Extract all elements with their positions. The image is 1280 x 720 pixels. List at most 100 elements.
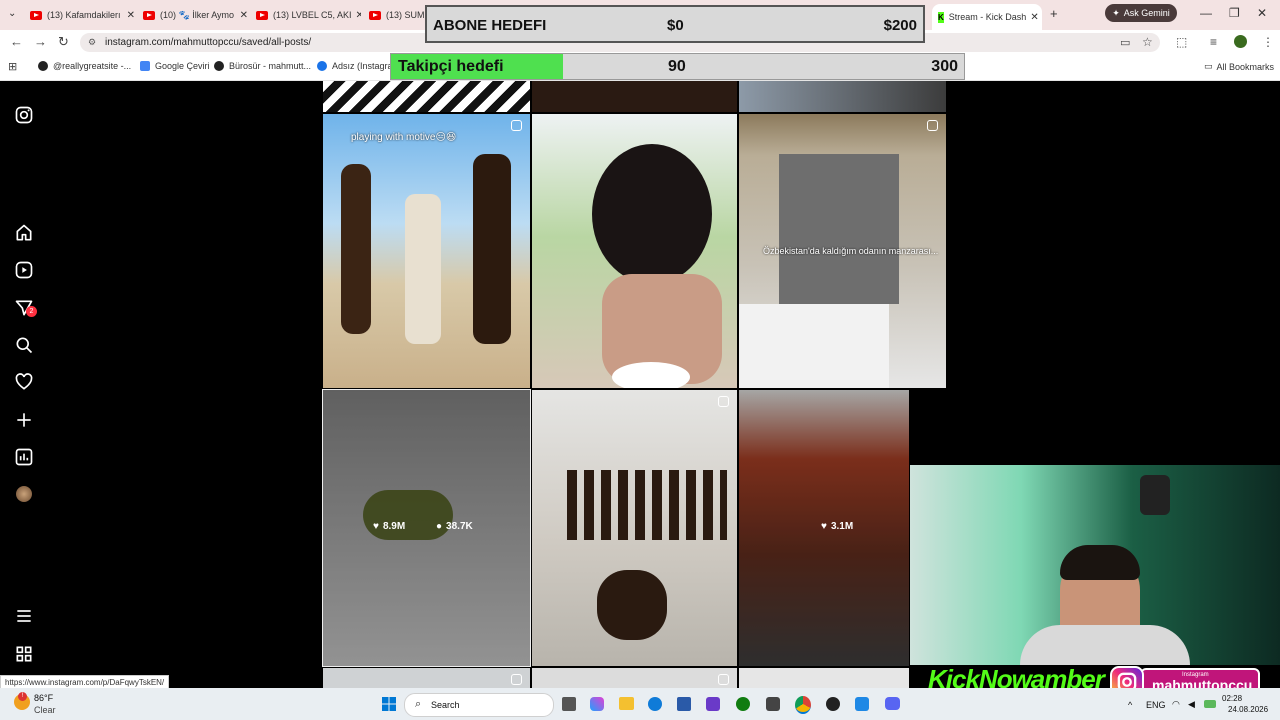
post-caption: playing with motive😑😆	[351, 132, 457, 143]
close-icon[interactable]: ✕	[1026, 12, 1038, 23]
new-tab-button[interactable]: +	[1050, 6, 1058, 21]
site-info-icon[interactable]: ⚙	[88, 37, 96, 48]
weather-temp: 86°F	[34, 693, 54, 703]
youtube-icon	[256, 10, 268, 20]
post-thumbnail[interactable]: playing with motive😑😆	[323, 114, 530, 388]
profile-avatar[interactable]	[1234, 35, 1247, 48]
post-thumbnail[interactable]	[532, 668, 737, 688]
bookmark-label: Google Çeviri	[155, 61, 210, 71]
dashboard-icon[interactable]	[14, 447, 34, 467]
follower-goal-overlay: Takipçi hedefi 90 300	[390, 53, 965, 80]
taskbar-search[interactable]: ⌕ Search	[404, 693, 554, 717]
store-icon[interactable]	[677, 697, 691, 711]
streamer-hair	[1060, 545, 1140, 580]
install-app-icon[interactable]: ▭	[1120, 36, 1130, 49]
xbox-icon[interactable]	[736, 697, 750, 711]
media-control-icon[interactable]: ≡	[1210, 35, 1217, 49]
close-icon[interactable]: ✕	[236, 10, 248, 21]
battery-icon[interactable]	[1204, 700, 1216, 708]
copilot-icon[interactable]	[590, 697, 604, 711]
wifi-icon[interactable]: ◠	[1172, 699, 1180, 710]
tab-4[interactable]: (13) SUMM	[369, 4, 424, 26]
post-thumbnail[interactable]	[532, 81, 737, 112]
bookmark-google-translate[interactable]: Google Çeviri	[140, 61, 210, 71]
streamer-shirt	[1020, 625, 1190, 665]
bookmark-adsiz[interactable]: Adsız (Instagram	[317, 61, 400, 71]
post-thumbnail[interactable]	[532, 114, 737, 388]
apps-grid-icon[interactable]: ⊞	[8, 60, 17, 73]
tab-2[interactable]: (10) 🐾 İlker Aymo ✕	[143, 4, 248, 26]
menu-icon[interactable]	[14, 606, 34, 626]
back-icon[interactable]: ←	[10, 34, 23, 49]
subscriber-goal-label: ABONE HEDEFI	[433, 17, 547, 34]
app-icon[interactable]	[855, 697, 869, 711]
post-thumbnail-hovered[interactable]: ♥ 8.9M ● 38.7K	[322, 389, 531, 667]
post-figure	[592, 144, 712, 284]
post-figure	[405, 194, 441, 344]
file-explorer-icon[interactable]	[619, 697, 634, 710]
app-icon[interactable]	[706, 697, 720, 711]
post-thumbnail[interactable]	[739, 81, 946, 112]
tab-label: Stream - Kick Dash	[948, 12, 1027, 22]
heart-icon: ♥	[821, 521, 827, 532]
bookmark-burosur[interactable]: Bürosür - mahmutt...	[214, 61, 311, 71]
apps-icon[interactable]	[14, 644, 34, 664]
chrome-menu-icon[interactable]: ⋮	[1262, 35, 1274, 49]
forward-icon[interactable]: →	[34, 34, 47, 49]
heart-icon: ♥	[373, 521, 379, 532]
clock-time[interactable]: 02:28	[1222, 694, 1242, 703]
bookmark-label: @reallygreatsite -...	[53, 61, 132, 71]
webcam-feed	[910, 465, 1280, 665]
reload-icon[interactable]: ↻	[58, 34, 69, 50]
create-icon[interactable]	[14, 410, 34, 430]
volume-icon[interactable]: ◀	[1188, 699, 1195, 710]
bookmark-reallygreatsite[interactable]: @reallygreatsite -...	[38, 61, 131, 71]
post-bed	[739, 304, 889, 388]
edge-icon[interactable]	[648, 697, 662, 711]
chrome-icon[interactable]	[795, 696, 811, 714]
likes-stat: ♥ 3.1M	[821, 521, 853, 532]
post-thumbnail[interactable]	[323, 81, 530, 112]
search-icon[interactable]	[14, 335, 34, 355]
tab-search-icon[interactable]: ⌄	[8, 8, 16, 19]
ask-gemini-button[interactable]: ✦ Ask Gemini	[1105, 4, 1177, 22]
close-icon[interactable]: ✕	[123, 10, 135, 21]
follower-goal-target: 300	[931, 58, 958, 75]
heart-icon[interactable]	[14, 372, 34, 392]
close-window-icon[interactable]: ✕	[1257, 6, 1267, 20]
reels-icon[interactable]	[14, 260, 34, 280]
discord-icon[interactable]	[885, 697, 900, 710]
post-thumbnail[interactable]	[532, 390, 737, 666]
obs-icon[interactable]	[826, 697, 840, 711]
post-thumbnail[interactable]: Özbekistan'da kaldığım odanın manzarası.…	[739, 114, 946, 388]
tab-label: (13) Kafamdakilerı	[47, 10, 121, 20]
close-icon[interactable]: ✕	[352, 10, 361, 21]
post-thumbnail[interactable]: ♥ 3.1M	[739, 390, 909, 666]
translate-icon	[140, 61, 150, 71]
language-indicator[interactable]: ENG	[1146, 700, 1166, 710]
tab-kick-stream[interactable]: K Stream - Kick Dash ✕	[932, 4, 1042, 30]
clock-date[interactable]: 24.08.2026	[1228, 705, 1268, 714]
reel-icon	[718, 674, 729, 685]
instagram-icon[interactable]	[14, 105, 34, 125]
youtube-icon	[143, 10, 155, 20]
restore-icon[interactable]: ❐	[1229, 6, 1240, 20]
tab-3[interactable]: (13) LVBEL C5, AKI ✕	[256, 4, 361, 26]
post-thumbnail[interactable]	[323, 668, 530, 688]
extensions-icon[interactable]: ⬚	[1176, 35, 1187, 49]
tab-1[interactable]: (13) Kafamdakilerı ✕	[30, 4, 135, 26]
bookmark-star-icon[interactable]: ☆	[1142, 35, 1153, 49]
all-bookmarks-button[interactable]: ▭ All Bookmarks	[1204, 61, 1274, 72]
kick-icon: K	[938, 11, 944, 23]
post-thumbnail[interactable]	[739, 668, 909, 688]
tab-label: (13) SUMM	[386, 10, 424, 20]
minimize-icon[interactable]: —	[1200, 6, 1212, 20]
app-icon[interactable]	[766, 697, 780, 711]
home-icon[interactable]	[14, 223, 34, 243]
task-view-icon[interactable]	[562, 697, 576, 711]
tray-chevron-icon[interactable]: ^	[1128, 700, 1132, 710]
weather-desc: Clear	[34, 705, 56, 715]
windows-start-icon[interactable]	[382, 697, 396, 711]
profile-avatar[interactable]	[16, 486, 32, 502]
search-icon: ⌕	[415, 698, 422, 710]
